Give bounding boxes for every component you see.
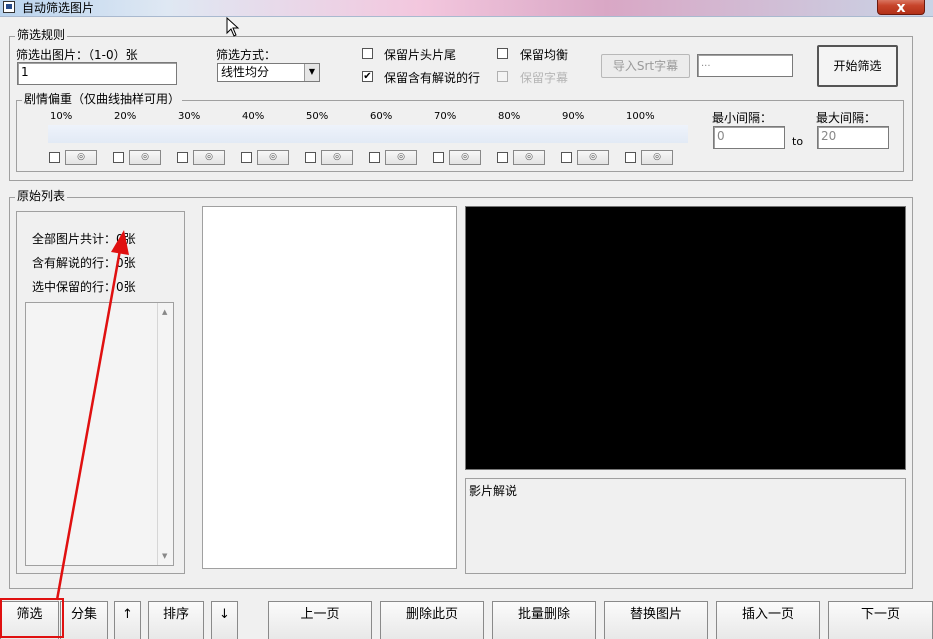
annotation-arrow: [55, 230, 129, 601]
mouse-cursor-icon: [226, 17, 240, 37]
